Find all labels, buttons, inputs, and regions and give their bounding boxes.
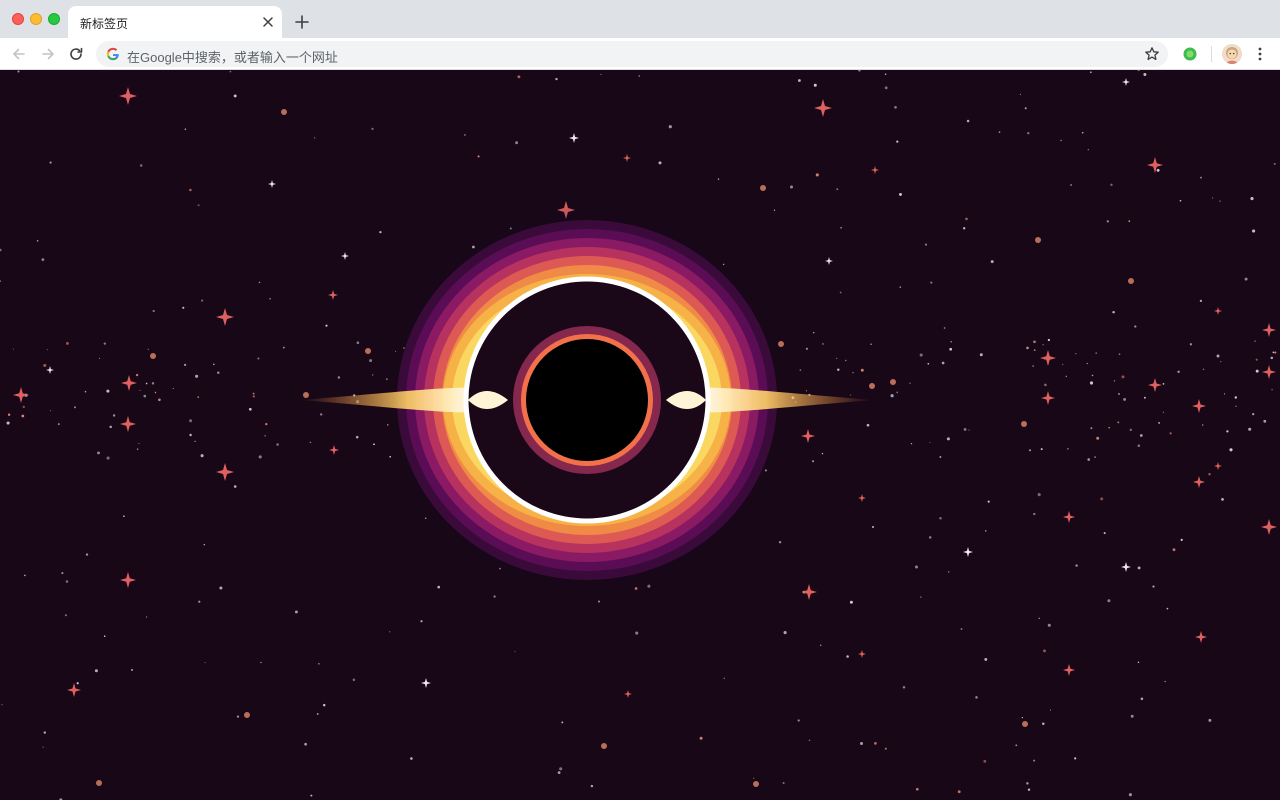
tab-title: 新标签页 — [80, 17, 129, 31]
event-horizon — [526, 339, 648, 461]
black-hole — [300, 200, 874, 600]
arrow-right-icon — [42, 48, 54, 60]
toolbar: 在Google中搜索，或者输入一个网址 — [0, 38, 1280, 70]
reload-button[interactable] — [66, 44, 86, 64]
window-close-button[interactable] — [12, 13, 24, 25]
kebab-menu-icon[interactable] — [1252, 46, 1268, 62]
tab-strip: 新标签页 — [0, 0, 1280, 38]
new-tab-wallpaper — [0, 70, 1280, 800]
tab-new-tab[interactable]: 新标签页 — [68, 6, 282, 38]
close-icon[interactable] — [260, 14, 276, 30]
omnibox[interactable]: 在Google中搜索，或者输入一个网址 — [96, 41, 1168, 67]
star-icon[interactable] — [1144, 46, 1160, 62]
black-hole-illustration — [0, 70, 1277, 800]
new-tab-button[interactable] — [292, 12, 312, 32]
reload-icon — [70, 47, 83, 60]
avatar[interactable] — [1222, 44, 1242, 64]
arrow-left-icon — [13, 48, 25, 60]
back-button[interactable] — [9, 44, 29, 64]
google-icon — [106, 47, 120, 61]
browser-chrome: 新标签页 在Google中搜索，或者输入一个网址 — [0, 0, 1280, 70]
window-maximize-button[interactable] — [48, 13, 60, 25]
extension-icon[interactable] — [1182, 46, 1198, 62]
window-minimize-button[interactable] — [30, 13, 42, 25]
omnibox-placeholder: 在Google中搜索，或者输入一个网址 — [127, 50, 338, 65]
toolbar-separator — [1211, 46, 1212, 62]
forward-button[interactable] — [38, 44, 58, 64]
plus-icon — [295, 15, 309, 29]
